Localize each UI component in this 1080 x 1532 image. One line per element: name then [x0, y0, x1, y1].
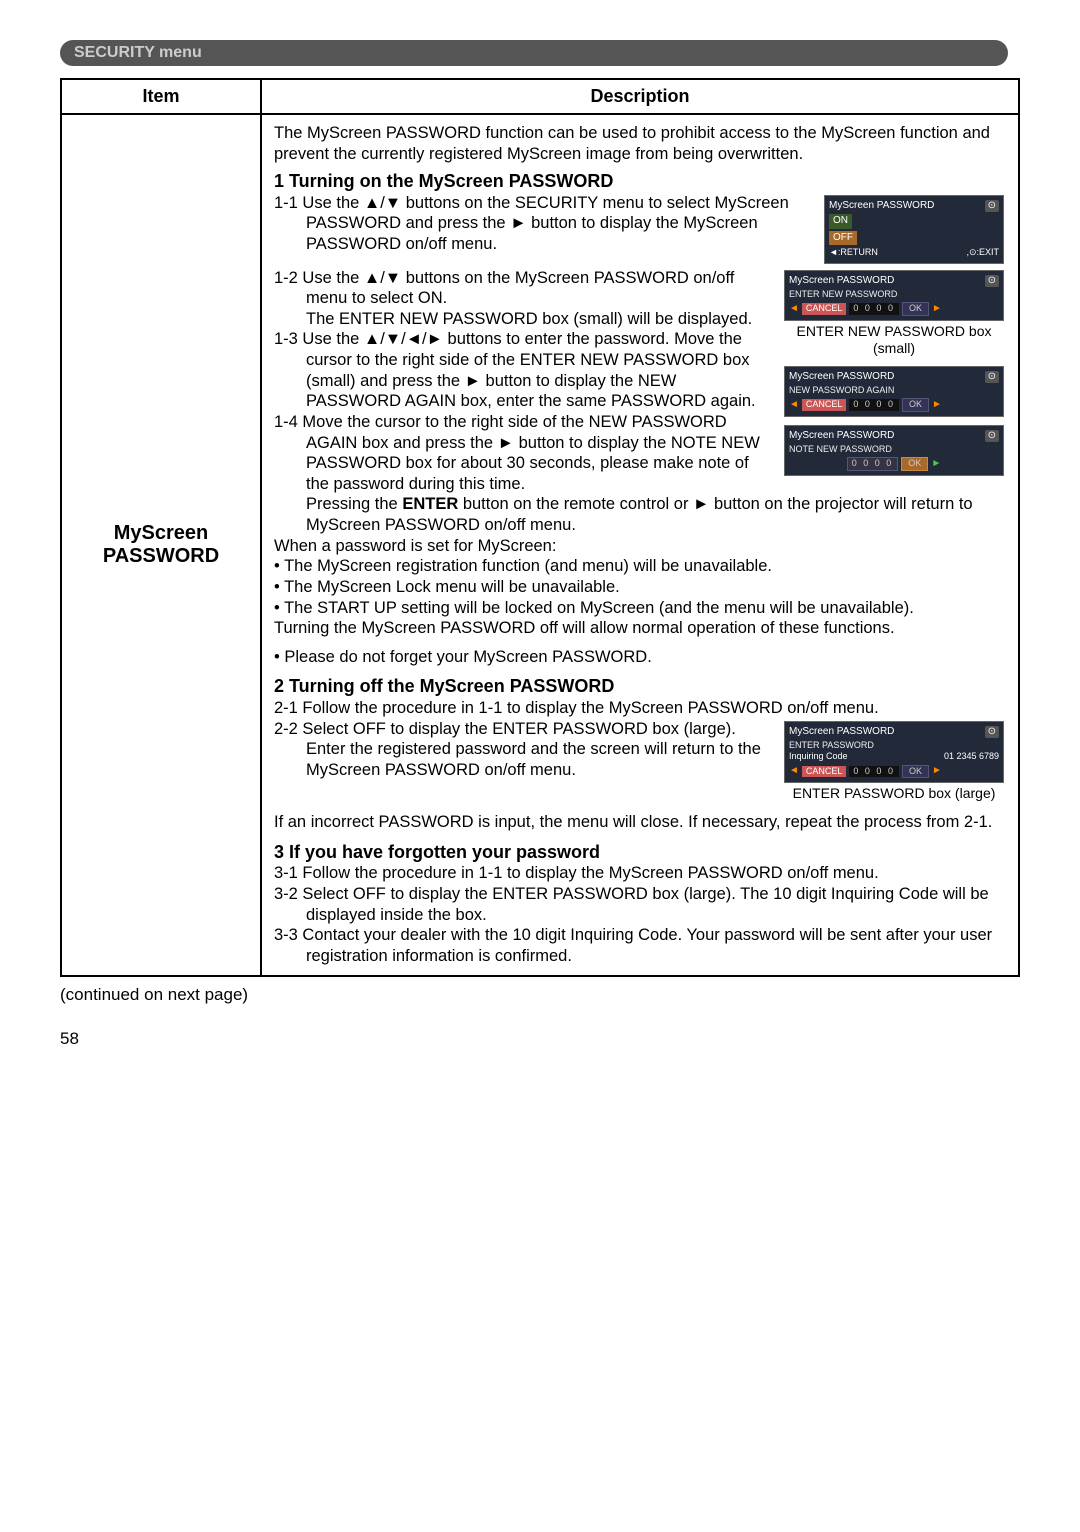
dialog1-return: ◄:RETURN — [829, 247, 878, 258]
header-item: Item — [61, 79, 261, 114]
dialog-onoff: MyScreen PASSWORD ⊙ ON OFF ◄:RETURN ,⊙:EXI… — [824, 195, 1004, 266]
dialog3-sub: NEW PASSWORD AGAIN — [789, 385, 999, 396]
bullet-2: • The MyScreen Lock menu will be unavail… — [274, 577, 1006, 598]
dialog3-ok: OK — [902, 398, 929, 411]
right-arrow-icon: ► — [932, 303, 942, 316]
off-normal-text: Turning the MyScreen PASSWORD off will a… — [274, 618, 1006, 639]
dialog5-caption: ENTER PASSWORD box (large) — [784, 785, 1004, 803]
dialog3-digits: 0 0 0 0 — [849, 399, 899, 410]
left-arrow-icon: ◄ — [789, 399, 799, 412]
incorrect-text: If an incorrect PASSWORD is input, the m… — [274, 812, 1006, 833]
left-arrow-icon: ◄ — [789, 765, 799, 778]
dialog4-ok: OK — [901, 457, 928, 470]
dialog2-title: MyScreen PASSWORD — [789, 275, 894, 288]
dialog4-title: MyScreen PASSWORD — [789, 430, 894, 443]
dialog-enter-new-small: MyScreen PASSWORD⊙ ENTER NEW PASSWORD ◄ … — [784, 270, 1004, 478]
dialog4-digits: 0 0 0 0 — [847, 457, 899, 470]
dialog1-title: MyScreen PASSWORD — [829, 200, 934, 213]
dialog2-digits: 0 0 0 0 — [849, 303, 899, 314]
page-number: 58 — [60, 1029, 1020, 1049]
dialog5-ok: OK — [902, 765, 929, 778]
close-icon: ⊙ — [985, 371, 999, 384]
bullet-3: • The START UP setting will be locked on… — [274, 598, 1006, 619]
section2-heading: 2 Turning off the MyScreen PASSWORD — [274, 675, 1006, 698]
dialog3-title: MyScreen PASSWORD — [789, 371, 894, 384]
right-arrow-icon: ► — [932, 765, 942, 778]
step-3-3: 3-3 Contact your dealer with the 10 digi… — [274, 925, 1006, 966]
dialog1-on: ON — [829, 214, 852, 229]
dialog2-cancel: CANCEL — [802, 303, 847, 314]
menu-header-pill: SECURITY menu — [60, 40, 1008, 66]
close-icon: ⊙ — [985, 430, 999, 443]
right-arrow-icon: ► — [932, 399, 942, 412]
when-set-text: When a password is set for MyScreen: — [274, 536, 1006, 557]
note-text: • Please do not forget your MyScreen PAS… — [274, 647, 1006, 668]
header-description: Description — [261, 79, 1019, 114]
continued-text: (continued on next page) — [60, 985, 1020, 1005]
dialog5-sub: ENTER PASSWORD — [789, 740, 999, 751]
close-icon: ⊙ — [985, 200, 999, 213]
dialog2-caption: ENTER NEW PASSWORD box (small) — [784, 323, 1004, 358]
dialog2-sub: ENTER NEW PASSWORD — [789, 289, 999, 300]
dialog1-exit: ,⊙:EXIT — [966, 247, 999, 258]
enter-bold: ENTER — [402, 495, 458, 513]
step-3-2: 3-2 Select OFF to display the ENTER PASS… — [274, 884, 1006, 925]
right-arrow-icon: ► — [931, 458, 941, 471]
intro-text: The MyScreen PASSWORD function can be us… — [274, 123, 1006, 164]
step-2-1: 2-1 Follow the procedure in 1-1 to displ… — [274, 698, 1006, 719]
left-arrow-icon: ◄ — [789, 303, 799, 316]
main-table: Item Description MyScreen PASSWORD The M… — [60, 78, 1020, 977]
dialog3-cancel: CANCEL — [802, 399, 847, 410]
item-cell: MyScreen PASSWORD — [61, 114, 261, 976]
dialog5-inq-label: Inquiring Code — [789, 751, 848, 762]
step-1-press-enter: Pressing the ENTER button on the remote … — [274, 494, 1006, 535]
bullet-1: • The MyScreen registration function (an… — [274, 556, 1006, 577]
section3-heading: 3 If you have forgotten your password — [274, 841, 1006, 864]
close-icon: ⊙ — [985, 275, 999, 288]
dialog4-sub: NOTE NEW PASSWORD — [789, 444, 999, 455]
dialog1-off: OFF — [829, 231, 857, 246]
dialog5-cancel: CANCEL — [802, 766, 847, 777]
description-cell: The MyScreen PASSWORD function can be us… — [261, 114, 1019, 976]
dialog5-title: MyScreen PASSWORD — [789, 726, 894, 739]
dialog2-ok: OK — [902, 302, 929, 315]
close-icon: ⊙ — [985, 726, 999, 739]
dialog5-inq-code: 01 2345 6789 — [944, 751, 999, 762]
step-3-1: 3-1 Follow the procedure in 1-1 to displ… — [274, 863, 1006, 884]
section1-heading: 1 Turning on the MyScreen PASSWORD — [274, 170, 1006, 193]
dialog-enter-large: MyScreen PASSWORD ⊙ ENTER PASSWORD Inquir… — [784, 721, 1004, 811]
dialog5-digits: 0 0 0 0 — [849, 766, 899, 777]
